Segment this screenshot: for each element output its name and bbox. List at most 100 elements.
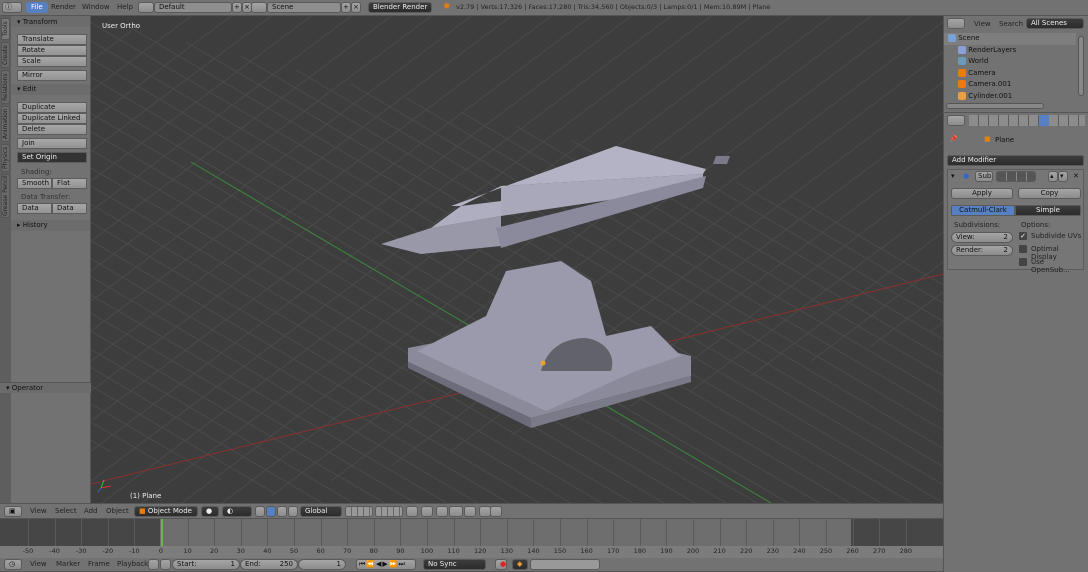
layers-grid-2[interactable] <box>375 506 403 517</box>
current-frame-field[interactable]: 1 <box>298 559 346 570</box>
smooth-button[interactable]: Smooth <box>17 178 52 189</box>
optimal-display-checkbox[interactable] <box>1019 245 1027 253</box>
pivot-select[interactable]: ◐ <box>222 506 252 517</box>
layout-field[interactable]: Default <box>154 2 232 13</box>
preview-range-icon[interactable] <box>148 559 159 570</box>
menu-view[interactable]: View <box>30 507 47 515</box>
opengl-anim-icon[interactable] <box>490 506 502 517</box>
lock-icon[interactable] <box>160 559 171 570</box>
render-layer-icon[interactable] <box>406 506 418 517</box>
history-panel-header[interactable]: ▸ History <box>11 220 90 231</box>
shading-select[interactable]: ● <box>201 506 219 517</box>
keying-select[interactable]: ◆ <box>512 559 528 570</box>
outliner-item[interactable]: Camera.001 <box>944 79 1076 91</box>
playback-controls[interactable]: ⏮⏪◀▶⏩⏭ <box>356 559 416 570</box>
outliner-item[interactable]: RenderLayers <box>944 45 1076 57</box>
start-frame-field[interactable]: Start: 1 <box>172 559 240 570</box>
menu-object[interactable]: Object <box>106 507 129 515</box>
menu-window[interactable]: Window <box>82 3 110 11</box>
tab-animation[interactable]: Animation <box>1 106 10 142</box>
scene-field[interactable]: Scene <box>267 2 341 13</box>
outliner-scrollbar[interactable] <box>1078 36 1084 96</box>
scale-manipulator[interactable] <box>288 506 298 517</box>
subdivide-uvs-checkbox[interactable]: ✓ <box>1019 232 1027 240</box>
render-engine-select[interactable]: Blender Render <box>368 2 432 13</box>
duplicate-linked-button[interactable]: Duplicate Linked <box>17 113 87 124</box>
render-subdivisions-field[interactable]: Render: 2 <box>951 245 1013 256</box>
editor-type-3d[interactable]: ▣ <box>4 506 22 517</box>
manipulator-toggle[interactable] <box>255 506 265 517</box>
duplicate-button[interactable]: Duplicate <box>17 102 87 113</box>
modifier-display-toggles[interactable] <box>996 171 1036 182</box>
3d-viewport[interactable]: User Ortho (1) Plane <box>91 16 943 503</box>
transform-panel-header[interactable]: ▾ Transform <box>11 16 90 27</box>
menu-render[interactable]: Render <box>51 3 76 11</box>
scene-delete-button[interactable]: × <box>351 2 361 13</box>
set-origin-select[interactable]: Set Origin <box>17 152 87 163</box>
outliner-item[interactable]: Camera <box>944 68 1076 80</box>
catmull-clark-option[interactable]: Catmull-Clark <box>951 205 1015 216</box>
add-modifier-select[interactable]: Add Modifier <box>947 155 1084 166</box>
tab-relations[interactable]: Relations <box>1 70 10 104</box>
proportional-edit-icon[interactable] <box>421 506 433 517</box>
snap-element-select[interactable] <box>449 506 463 517</box>
outliner-view-menu[interactable]: View <box>974 20 991 28</box>
scene-add-button[interactable]: + <box>341 2 351 13</box>
rotate-manipulator[interactable] <box>277 506 287 517</box>
remove-modifier-icon[interactable]: ✕ <box>1073 172 1079 180</box>
outliner-item[interactable]: Scene <box>944 33 1076 45</box>
snap-toggle-icon[interactable] <box>436 506 448 517</box>
simple-option[interactable]: Simple <box>1015 205 1081 216</box>
current-frame-indicator[interactable] <box>161 519 163 546</box>
tl-menu-view[interactable]: View <box>30 560 47 568</box>
pin-icon[interactable]: 📌 <box>949 135 958 143</box>
join-button[interactable]: Join <box>17 138 87 149</box>
properties-context-tabs[interactable] <box>969 115 1085 126</box>
translate-button[interactable]: Translate <box>17 34 87 45</box>
scale-button[interactable]: Scale <box>17 56 87 67</box>
use-opensubdiv-checkbox[interactable] <box>1019 258 1027 266</box>
tl-menu-playback[interactable]: Playback <box>117 560 148 568</box>
tl-menu-frame[interactable]: Frame <box>88 560 110 568</box>
menu-select[interactable]: Select <box>55 507 77 515</box>
layout-add-button[interactable]: + <box>232 2 242 13</box>
mirror-button[interactable]: Mirror <box>17 70 87 81</box>
tab-create[interactable]: Create <box>1 42 10 68</box>
rotate-button[interactable]: Rotate <box>17 45 87 56</box>
snap-target-icon[interactable] <box>464 506 476 517</box>
modifier-tab-active[interactable] <box>1039 115 1049 126</box>
modifier-name-field[interactable]: Sub <box>975 171 993 182</box>
outliner-item[interactable]: World <box>944 56 1076 68</box>
keying-set-field[interactable] <box>530 559 600 570</box>
apply-button[interactable]: Apply <box>951 188 1013 199</box>
editor-type-button[interactable]: ⓘ <box>2 2 22 13</box>
delete-button[interactable]: Delete <box>17 124 87 135</box>
layout-icon[interactable] <box>138 2 154 13</box>
editor-type-timeline[interactable]: ◷ <box>4 559 22 570</box>
outliner-filter-select[interactable]: All Scenes <box>1026 18 1084 29</box>
collapse-icon[interactable]: ▾ <box>951 172 955 180</box>
end-frame-field[interactable]: End: 250 <box>240 559 298 570</box>
record-button[interactable]: ● <box>495 559 507 570</box>
move-down-button[interactable]: ▾ <box>1058 171 1068 182</box>
view-subdivisions-field[interactable]: View: 2 <box>951 232 1013 243</box>
menu-add[interactable]: Add <box>84 507 98 515</box>
orientation-select[interactable]: Global <box>300 506 342 517</box>
menu-file[interactable]: File <box>26 2 48 13</box>
data-button[interactable]: Data <box>17 203 52 214</box>
layers-grid-1[interactable] <box>345 506 373 517</box>
tab-tools[interactable]: Tools <box>1 18 10 40</box>
edit-panel-header[interactable]: ▾ Edit <box>11 84 90 95</box>
outliner-hscrollbar[interactable] <box>946 103 1044 109</box>
data-layout-button[interactable]: Data Layo <box>52 203 87 214</box>
operator-panel-header[interactable]: ▾ Operator <box>0 382 91 393</box>
sync-select[interactable]: No Sync <box>423 559 486 570</box>
mode-select[interactable]: ■ Object Mode <box>134 506 198 517</box>
outliner-search-menu[interactable]: Search <box>999 20 1023 28</box>
scene-icon[interactable] <box>251 2 267 13</box>
outliner-editor-type[interactable] <box>947 18 965 29</box>
tab-physics[interactable]: Physics <box>1 144 10 172</box>
flat-button[interactable]: Flat <box>52 178 87 189</box>
translate-manipulator[interactable] <box>266 506 276 517</box>
move-up-button[interactable]: ▴ <box>1048 171 1058 182</box>
